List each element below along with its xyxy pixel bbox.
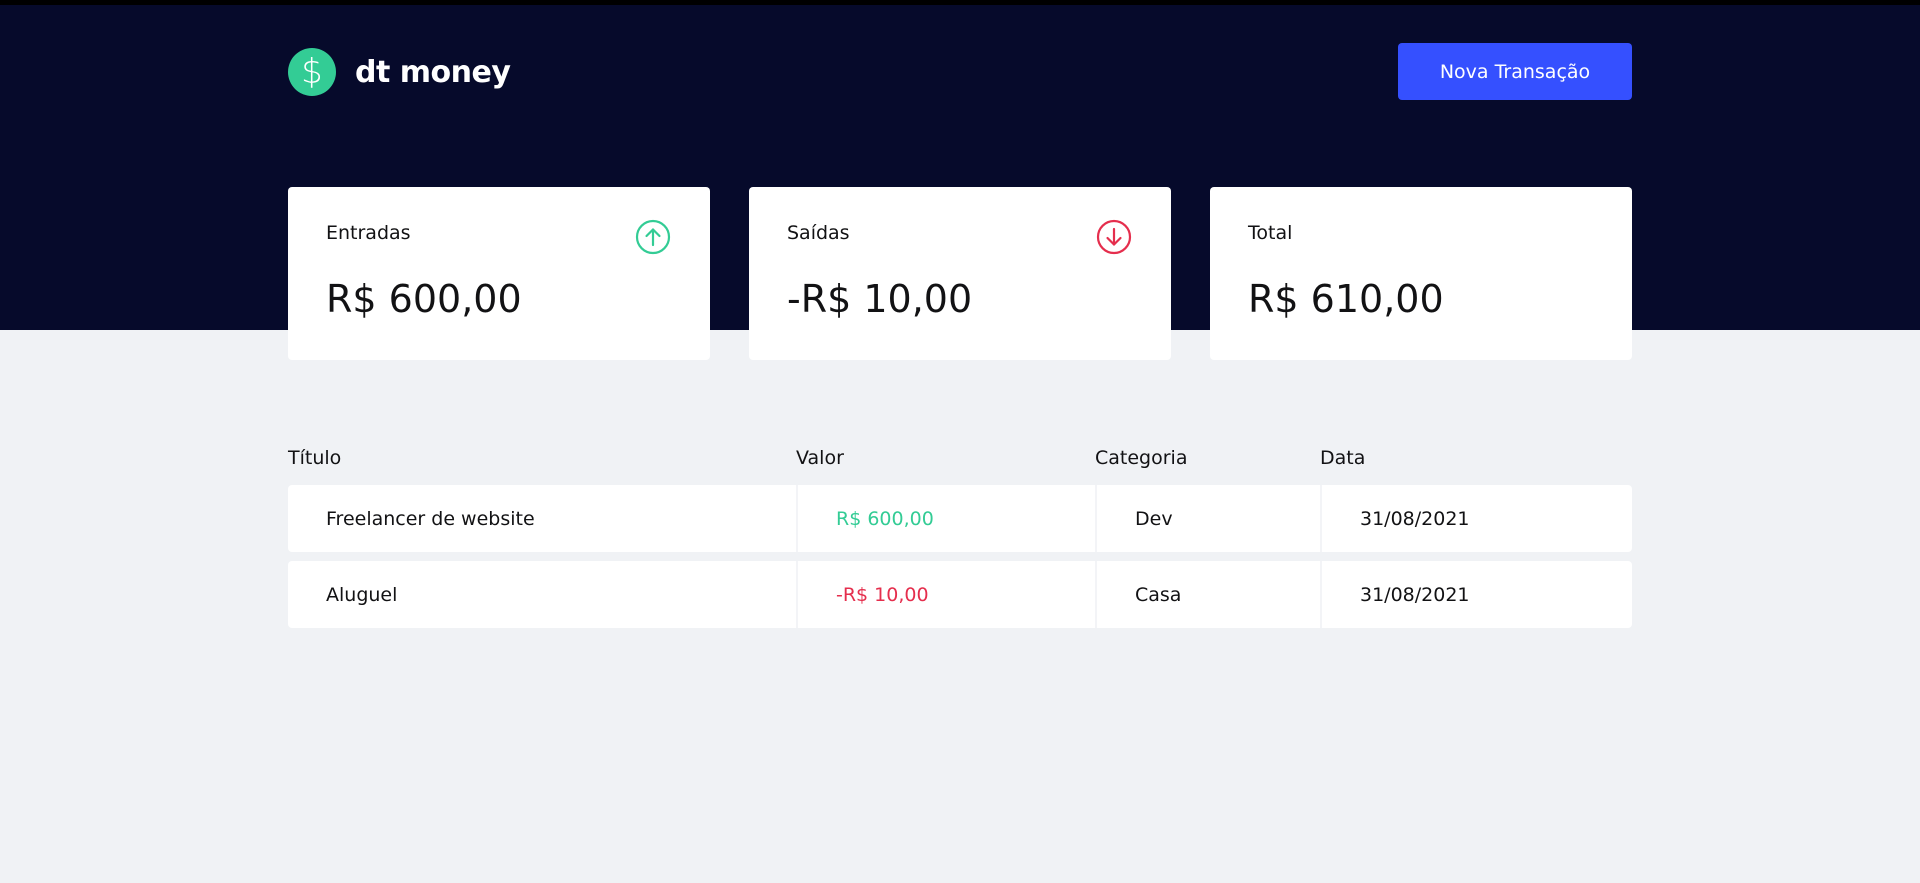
column-header-date: Data [1320,447,1366,469]
total-value: R$ 610,00 [1248,277,1444,321]
income-value: R$ 600,00 [326,277,522,321]
transaction-date: 31/08/2021 [1320,561,1632,628]
column-header-title: Título [288,447,342,469]
arrow-down-circle-icon [1096,219,1132,255]
arrow-up-circle-icon [635,219,671,255]
income-label: Entradas [326,222,411,244]
income-card: Entradas R$ 600,00 [288,187,710,360]
transaction-date: 31/08/2021 [1320,485,1632,552]
table-row[interactable]: Aluguel -R$ 10,00 Casa 31/08/2021 [288,561,1632,628]
dollar-icon: $ [288,48,336,96]
transactions-table: Título Valor Categoria Data Freelancer d… [288,440,1632,637]
column-header-amount: Valor [796,447,844,469]
app-logo: $ dt money [288,48,511,96]
transaction-title: Aluguel [288,561,796,628]
column-header-category: Categoria [1095,447,1188,469]
table-row[interactable]: Freelancer de website R$ 600,00 Dev 31/0… [288,485,1632,552]
outcome-label: Saídas [787,222,850,244]
transaction-title: Freelancer de website [288,485,796,552]
transaction-amount: -R$ 10,00 [796,561,1095,628]
total-label: Total [1248,222,1293,244]
transaction-category: Dev [1095,485,1320,552]
summary-cards: Entradas R$ 600,00 Saídas -R$ 10,00 Tota… [288,187,1632,360]
outcome-value: -R$ 10,00 [787,277,973,321]
transaction-amount: R$ 600,00 [796,485,1095,552]
app-name: dt money [355,54,511,90]
new-transaction-button[interactable]: Nova Transação [1398,43,1632,100]
total-card: Total R$ 610,00 [1210,187,1632,360]
table-header-row: Título Valor Categoria Data [288,440,1632,476]
outcome-card: Saídas -R$ 10,00 [749,187,1171,360]
transaction-category: Casa [1095,561,1320,628]
transactions-grid: Título Valor Categoria Data Freelancer d… [288,431,1632,637]
header-content: $ dt money Nova Transação [288,43,1632,100]
